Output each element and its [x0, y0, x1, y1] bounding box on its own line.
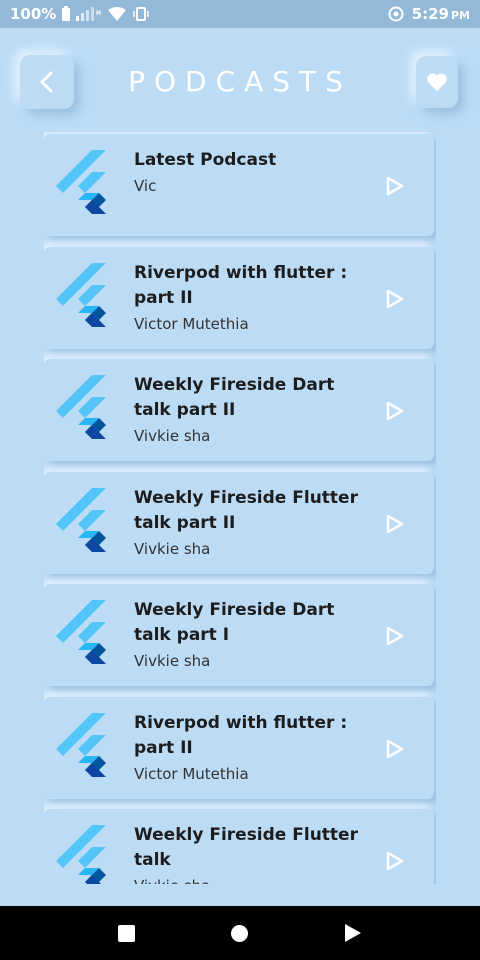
podcast-title: Latest Podcast: [134, 150, 277, 170]
data-saver-icon: [388, 6, 404, 22]
flutter-logo-icon: [56, 713, 106, 777]
podcast-author: Victor Mutethia: [134, 765, 249, 783]
podcast-text: Weekly Fireside Flutter talk Vivkie sha: [134, 823, 364, 884]
podcast-author: Vivkie sha: [134, 427, 211, 445]
play-icon[interactable]: [386, 851, 404, 871]
podcast-author: Vic: [134, 177, 157, 195]
podcast-list[interactable]: Latest Podcast Vic Riverpod with flutter…: [44, 132, 436, 884]
podcast-text: Riverpod with flutter : part II Victor M…: [134, 711, 364, 784]
podcast-author: Vivkie sha: [134, 652, 211, 670]
home-icon[interactable]: [231, 924, 248, 942]
svg-text:H: H: [96, 10, 101, 17]
podcast-card[interactable]: Latest Podcast Vic: [44, 134, 434, 236]
recent-apps-icon[interactable]: [118, 924, 135, 942]
podcast-title: Weekly Fireside Flutter talk: [134, 825, 358, 870]
play-icon[interactable]: [386, 626, 404, 646]
podcast-card[interactable]: Weekly Fireside Flutter talk Vivkie sha: [44, 809, 434, 884]
podcast-card[interactable]: Riverpod with flutter : part II Victor M…: [44, 247, 434, 349]
status-time-ampm: PM: [450, 9, 470, 22]
favorites-button[interactable]: [416, 56, 458, 108]
status-time-value: 5:29: [411, 5, 449, 23]
podcast-text: Weekly Fireside Dart talk part I Vivkie …: [134, 598, 364, 671]
podcast-text: Weekly Fireside Dart talk part II Vivkie…: [134, 373, 364, 446]
header: PODCASTS: [0, 50, 480, 114]
back-triangle-icon[interactable]: [344, 923, 362, 943]
status-left: 100% H: [10, 5, 150, 23]
play-icon[interactable]: [386, 514, 404, 534]
system-nav-bar: [0, 906, 480, 960]
podcast-title: Riverpod with flutter : part II: [134, 263, 348, 308]
podcast-card[interactable]: Weekly Fireside Flutter talk part II Viv…: [44, 472, 434, 574]
podcast-card[interactable]: Weekly Fireside Dart talk part I Vivkie …: [44, 584, 434, 686]
podcast-title: Weekly Fireside Dart talk part II: [134, 375, 335, 420]
podcast-title: Riverpod with flutter : part II: [134, 713, 348, 758]
chevron-left-icon: [40, 71, 53, 93]
wifi-icon: [108, 7, 127, 21]
podcast-author: Victor Mutethia: [134, 315, 249, 333]
podcast-text: Weekly Fireside Flutter talk part II Viv…: [134, 486, 364, 559]
podcast-card[interactable]: Riverpod with flutter : part II Victor M…: [44, 697, 434, 799]
flutter-logo-icon: [56, 150, 106, 214]
podcast-author: Vivkie sha: [134, 540, 211, 558]
battery-icon: [62, 5, 71, 21]
status-right: 5:29 PM: [388, 5, 470, 23]
status-bar: 100% H 5:29 PM: [0, 0, 480, 28]
play-icon[interactable]: [386, 401, 404, 421]
flutter-logo-icon: [56, 263, 106, 327]
play-icon[interactable]: [386, 176, 404, 196]
vibrate-icon: [133, 7, 150, 21]
play-icon[interactable]: [386, 739, 404, 759]
status-time: 5:29 PM: [412, 5, 470, 23]
podcast-author: Vivkie sha: [134, 876, 364, 884]
signal-icon: H: [76, 7, 101, 21]
back-button[interactable]: [20, 55, 74, 109]
podcast-card[interactable]: Weekly Fireside Dart talk part II Vivkie…: [44, 359, 434, 461]
podcast-text: Latest Podcast Vic: [134, 148, 364, 196]
podcast-text: Riverpod with flutter : part II Victor M…: [134, 261, 364, 334]
flutter-logo-icon: [56, 488, 106, 552]
heart-icon: [427, 73, 447, 92]
podcast-title: Weekly Fireside Dart talk part I: [134, 600, 335, 645]
podcast-title: Weekly Fireside Flutter talk part II: [134, 488, 358, 533]
flutter-logo-icon: [56, 600, 106, 664]
flutter-logo-icon: [56, 375, 106, 439]
play-icon[interactable]: [386, 289, 404, 309]
flutter-logo-icon: [56, 825, 106, 884]
battery-percent: 100%: [10, 5, 57, 23]
